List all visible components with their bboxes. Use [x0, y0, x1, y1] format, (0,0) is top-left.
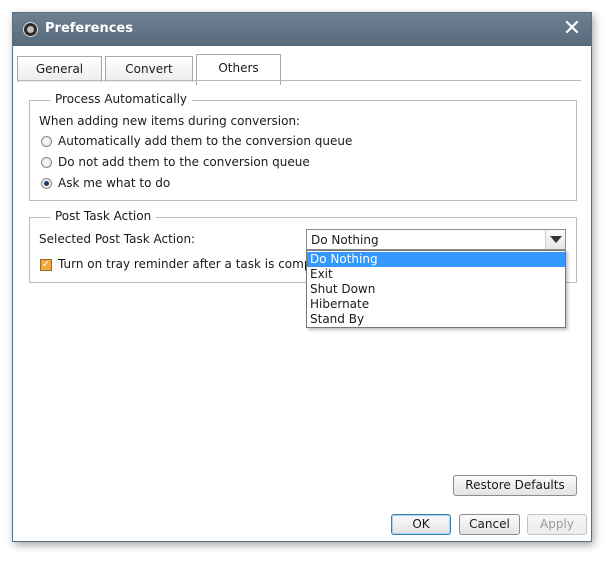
app-logo-icon: [23, 22, 38, 37]
tray-reminder-checkbox[interactable]: ✓: [40, 259, 52, 271]
apply-button[interactable]: Apply: [527, 514, 587, 535]
radio-auto-add-label[interactable]: Automatically add them to the conversion…: [58, 134, 352, 148]
dropdown-option-stand-by[interactable]: Stand By: [307, 312, 565, 327]
preferences-window: Preferences ✕ General Convert Others Pro…: [12, 12, 592, 542]
radio-do-not-add[interactable]: [41, 157, 52, 168]
radio-auto-add[interactable]: [41, 136, 52, 147]
tab-convert[interactable]: Convert: [105, 56, 193, 82]
post-task-action-select[interactable]: Do Nothing: [306, 229, 566, 250]
dropdown-option-hibernate[interactable]: Hibernate: [307, 297, 565, 312]
title-bar[interactable]: Preferences ✕: [13, 13, 591, 46]
post-task-action-label: Selected Post Task Action:: [39, 232, 196, 246]
tab-divider: [17, 80, 581, 81]
dropdown-option-do-nothing[interactable]: Do Nothing: [307, 252, 565, 267]
post-task-action-legend: Post Task Action: [50, 209, 157, 223]
process-prompt: When adding new items during conversion:: [39, 114, 301, 128]
ok-button[interactable]: OK: [391, 514, 451, 535]
radio-ask-me-label[interactable]: Ask me what to do: [58, 176, 170, 190]
dropdown-option-shut-down[interactable]: Shut Down: [307, 282, 565, 297]
dropdown-option-exit[interactable]: Exit: [307, 267, 565, 282]
tab-strip: General Convert Others: [13, 46, 591, 96]
tray-reminder-label[interactable]: Turn on tray reminder after a task is co…: [58, 257, 334, 271]
cancel-button[interactable]: Cancel: [459, 514, 520, 535]
post-task-action-dropdown: Do Nothing Exit Shut Down Hibernate Stan…: [306, 250, 566, 328]
close-icon[interactable]: ✕: [561, 17, 583, 41]
chevron-down-icon[interactable]: [545, 230, 565, 249]
radio-do-not-add-label[interactable]: Do not add them to the conversion queue: [58, 155, 310, 169]
radio-ask-me[interactable]: [41, 178, 52, 189]
restore-defaults-button[interactable]: Restore Defaults: [453, 475, 577, 496]
checkmark-icon: ✓: [41, 259, 51, 270]
window-title: Preferences: [45, 21, 133, 36]
post-task-action-value: Do Nothing: [311, 233, 379, 247]
tab-general[interactable]: General: [17, 56, 102, 82]
process-automatically-legend: Process Automatically: [50, 92, 192, 106]
